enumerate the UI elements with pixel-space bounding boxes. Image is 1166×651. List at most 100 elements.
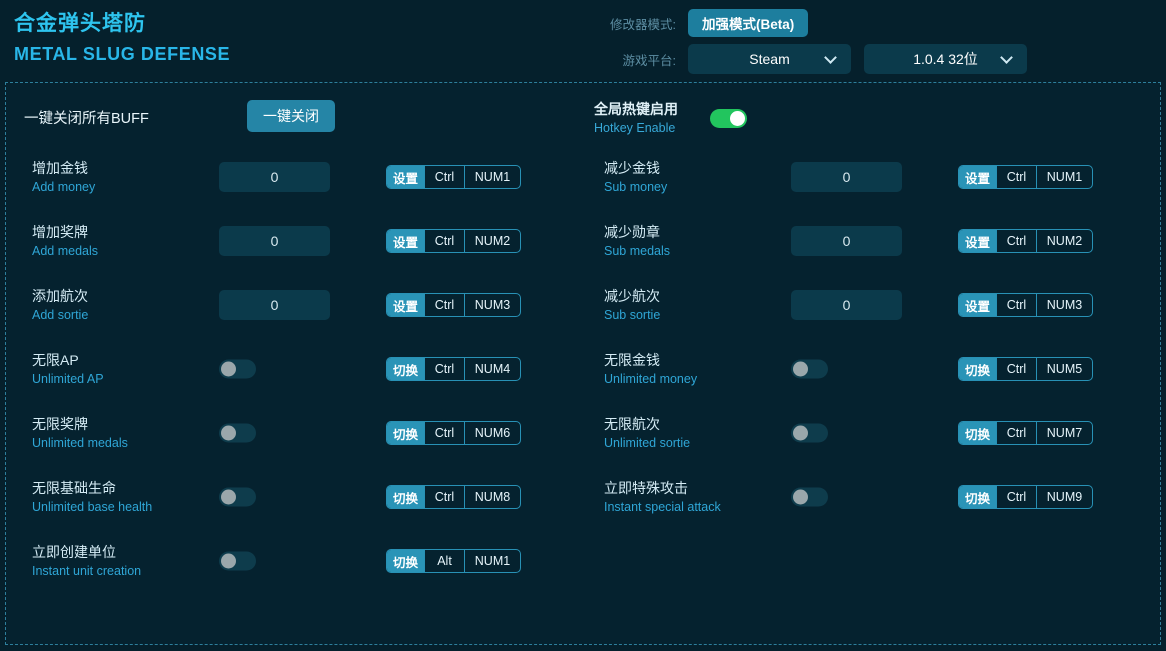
cheat-label-en: Unlimited money (604, 372, 698, 386)
platform-dropdown[interactable]: Steam (688, 44, 851, 74)
game-platform-row: 游戏平台: Steam 1.0.4 32位 (584, 44, 1027, 74)
hotkey-action-badge[interactable]: 切换 (386, 358, 424, 380)
hotkey-binding[interactable]: 切换 Ctrl NUM5 (957, 357, 1093, 381)
hotkey-enable-toggle[interactable] (710, 108, 747, 128)
hotkey-binding[interactable]: 设置 Ctrl NUM3 (385, 293, 521, 317)
cheat-row: 减少勋章 Sub medals 设置CtrlNUM2 (586, 209, 1146, 273)
cheat-column-left: 增加金钱Add money设置CtrlNUM1增加奖牌Add medals设置C… (14, 145, 574, 593)
cheat-row-control (791, 226, 902, 256)
hotkey-action-badge[interactable]: 切换 (386, 486, 424, 508)
hotkey-action-badge[interactable]: 切换 (386, 550, 424, 572)
hotkey-action-badge[interactable]: 设置 (386, 294, 424, 316)
close-all-buff-button[interactable]: 一键关闭 (247, 100, 335, 132)
hotkey-key[interactable]: NUM3 (464, 294, 520, 316)
hotkey-modifier[interactable]: Ctrl (996, 358, 1036, 380)
cheat-row-control (219, 162, 330, 192)
hotkey-action-badge[interactable]: 切换 (958, 358, 996, 380)
hotkey-key[interactable]: NUM2 (464, 230, 520, 252)
cheat-value-input[interactable] (219, 226, 330, 256)
hotkey-action-badge[interactable]: 设置 (958, 294, 996, 316)
cheat-row-control (219, 359, 256, 379)
cheat-toggle[interactable] (219, 487, 256, 507)
hotkey-action-badge[interactable]: 设置 (386, 166, 424, 188)
cheat-value-input[interactable] (219, 290, 330, 320)
hotkey-key[interactable]: NUM4 (464, 358, 520, 380)
hotkey-key[interactable]: NUM1 (464, 166, 520, 188)
hotkey-binding[interactable]: 设置 Ctrl NUM2 (385, 229, 521, 253)
hotkey-enable-labels: 全局热键启用 Hotkey Enable (594, 100, 710, 137)
cheat-toggle[interactable] (791, 487, 828, 507)
header-controls: 修改器模式: 加强模式(Beta) 游戏平台: Steam 1.0.4 32位 (566, 0, 1166, 82)
hotkey-binding[interactable]: 设置 Ctrl NUM2 (957, 229, 1093, 253)
hotkey-action-badge[interactable]: 设置 (386, 230, 424, 252)
hotkey-modifier[interactable]: Ctrl (424, 166, 464, 188)
cheat-row-control (219, 551, 256, 571)
hotkey-modifier[interactable]: Ctrl (996, 294, 1036, 316)
hotkey-action-badge[interactable]: 切换 (386, 422, 424, 444)
cheat-toggle[interactable] (219, 551, 256, 571)
hotkey-modifier[interactable]: Ctrl (424, 358, 464, 380)
cheat-label-en: Unlimited AP (32, 372, 104, 386)
cheat-toggle[interactable] (219, 359, 256, 379)
hotkey-binding[interactable]: 切换 Ctrl NUM4 (385, 357, 521, 381)
trainer-mode-button[interactable]: 加强模式(Beta) (688, 9, 809, 37)
hotkey-modifier[interactable]: Ctrl (424, 294, 464, 316)
cheat-label-en: Unlimited base health (32, 500, 153, 514)
cheat-row: 无限基础生命 Unlimited base health 切换 Ctrl NUM8 (14, 465, 574, 529)
hotkey-binding[interactable]: 设置 Ctrl NUM1 (957, 165, 1093, 189)
hotkey-binding[interactable]: 切换 Ctrl NUM7 (957, 421, 1093, 445)
cheat-row-labels: 无限航次 Unlimited sortie (604, 414, 784, 452)
hotkey-key[interactable]: NUM1 (464, 550, 520, 572)
hotkey-action-badge[interactable]: 设置 (958, 230, 996, 252)
cheat-label-en: Add sortie (32, 308, 89, 322)
cheat-row: 无限AP Unlimited AP 切换 Ctrl NUM4 (14, 337, 574, 401)
cheat-label-en: Sub money (604, 180, 668, 194)
hotkey-modifier[interactable]: Ctrl (424, 230, 464, 252)
hotkey-binding[interactable]: 切换 Alt NUM1 (385, 549, 521, 573)
version-dropdown[interactable]: 1.0.4 32位 (864, 44, 1027, 74)
hotkey-action-badge[interactable]: 设置 (958, 166, 996, 188)
hotkey-key[interactable]: NUM7 (1036, 422, 1092, 444)
cheat-value-input[interactable] (791, 162, 902, 192)
hotkey-key[interactable]: NUM3 (1036, 294, 1092, 316)
cheat-row: 增加金钱 Add money 设置CtrlNUM1 (14, 145, 574, 209)
hotkey-key[interactable]: NUM9 (1036, 486, 1092, 508)
hotkey-key[interactable]: NUM2 (1036, 230, 1092, 252)
cheat-row-labels: 立即特殊攻击 Instant special attack (604, 478, 784, 516)
hotkey-modifier[interactable]: Ctrl (424, 486, 464, 508)
cheat-row-control (219, 290, 330, 320)
cheat-label-cn: 无限奖牌 (32, 416, 88, 432)
cheat-row-labels: 无限奖牌 Unlimited medals (32, 414, 212, 452)
cheat-row: 立即特殊攻击 Instant special attack 切换 Ctrl NUM9 (586, 465, 1146, 529)
hotkey-key[interactable]: NUM8 (464, 486, 520, 508)
cheat-row-control (219, 423, 256, 443)
hotkey-modifier[interactable]: Ctrl (424, 422, 464, 444)
cheat-label-cn: 增加金钱 (32, 160, 88, 176)
cheat-value-input[interactable] (219, 162, 330, 192)
cheat-toggle[interactable] (791, 423, 828, 443)
cheat-row: 添加航次 Add sortie 设置CtrlNUM3 (14, 273, 574, 337)
hotkey-binding[interactable]: 切换 Ctrl NUM9 (957, 485, 1093, 509)
hotkey-binding[interactable]: 切换 Ctrl NUM8 (385, 485, 521, 509)
cheat-toggle[interactable] (791, 359, 828, 379)
cheat-toggle[interactable] (219, 423, 256, 443)
cheat-label-en: Add money (32, 180, 96, 194)
hotkey-action-badge[interactable]: 切换 (958, 422, 996, 444)
hotkey-modifier[interactable]: Ctrl (996, 486, 1036, 508)
hotkey-modifier[interactable]: Ctrl (996, 230, 1036, 252)
cheat-value-input[interactable] (791, 226, 902, 256)
hotkey-modifier[interactable]: Alt (424, 550, 464, 572)
hotkey-binding[interactable]: 设置 Ctrl NUM3 (957, 293, 1093, 317)
hotkey-modifier[interactable]: Ctrl (996, 422, 1036, 444)
hotkey-key[interactable]: NUM6 (464, 422, 520, 444)
hotkey-key[interactable]: NUM5 (1036, 358, 1092, 380)
hotkey-binding[interactable]: 设置 Ctrl NUM1 (385, 165, 521, 189)
cheat-row-control (791, 359, 828, 379)
hotkey-binding[interactable]: 切换 Ctrl NUM6 (385, 421, 521, 445)
hotkey-modifier[interactable]: Ctrl (996, 166, 1036, 188)
hotkey-action-badge[interactable]: 切换 (958, 486, 996, 508)
cheat-value-input[interactable] (791, 290, 902, 320)
game-platform-label: 游戏平台: (622, 53, 676, 68)
hotkey-key[interactable]: NUM1 (1036, 166, 1092, 188)
cheat-row-labels: 减少航次 Sub sortie (604, 286, 784, 324)
